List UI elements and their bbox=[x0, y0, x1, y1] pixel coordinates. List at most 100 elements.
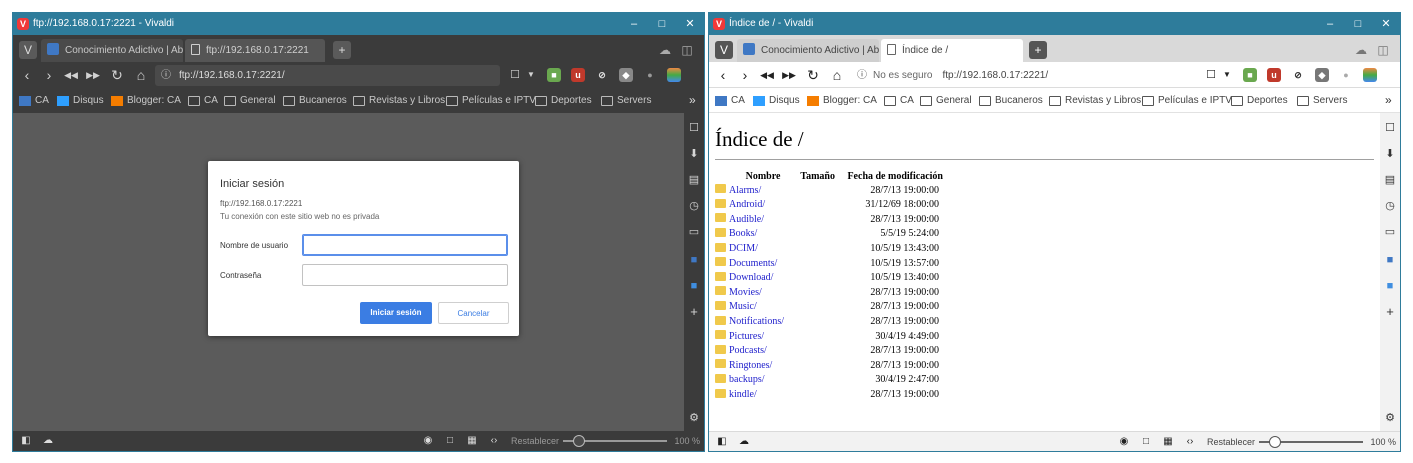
bookmark-folder-deportes[interactable]: Deportes bbox=[535, 88, 592, 113]
web-panel-gs-icon[interactable]: ■ bbox=[1380, 277, 1400, 295]
history-panel-icon[interactable]: ◷ bbox=[684, 197, 704, 215]
file-link[interactable]: Audible/ bbox=[729, 213, 793, 228]
panel-toggle-icon[interactable]: ◧ bbox=[715, 435, 729, 449]
minimize-icon[interactable]: – bbox=[1316, 13, 1344, 35]
block-icon[interactable]: ⊘ bbox=[1291, 68, 1305, 82]
image-icon[interactable]: ▦ bbox=[1161, 435, 1175, 449]
ublock-icon[interactable]: u bbox=[1267, 68, 1281, 82]
settings-gear-icon[interactable]: ⚙ bbox=[1380, 409, 1400, 427]
web-panel-ca-icon[interactable]: ■ bbox=[1380, 251, 1400, 269]
maximize-icon[interactable]: □ bbox=[1344, 13, 1372, 35]
image-icon[interactable]: ▦ bbox=[465, 434, 479, 448]
zoom-slider-knob[interactable] bbox=[1269, 436, 1282, 448]
file-link[interactable]: Podcasts/ bbox=[729, 344, 793, 359]
google-ext-icon[interactable] bbox=[667, 68, 681, 82]
block-icon[interactable]: ⊘ bbox=[595, 68, 609, 82]
file-link[interactable]: Documents/ bbox=[729, 257, 793, 272]
bookmark-folder-bucaneros[interactable]: Bucaneros bbox=[283, 88, 347, 113]
web-panel-ca-icon[interactable]: ■ bbox=[684, 251, 704, 269]
more-bookmarks-icon[interactable]: » bbox=[689, 88, 696, 113]
file-link[interactable]: DCIM/ bbox=[729, 242, 793, 257]
reset-zoom-label[interactable]: Restablecer bbox=[511, 431, 559, 451]
bookmark-folder-ca[interactable]: CA bbox=[884, 88, 914, 112]
zoom-slider-knob[interactable] bbox=[573, 435, 586, 447]
google-ext-icon[interactable] bbox=[1363, 68, 1377, 82]
bookmark-blogger[interactable]: Blogger: CA bbox=[111, 88, 181, 113]
privacy-shield-icon[interactable]: ● bbox=[643, 68, 657, 82]
back-icon[interactable]: ‹ bbox=[17, 65, 37, 85]
bookmark-folder-deportes[interactable]: Deportes bbox=[1231, 88, 1288, 112]
page-actions-icon[interactable]: ‹› bbox=[1183, 435, 1197, 449]
web-panel-gs-icon[interactable]: ■ bbox=[684, 277, 704, 295]
tile-icon[interactable]: □ bbox=[443, 434, 457, 448]
settings-gear-icon[interactable]: ⚙ bbox=[684, 409, 704, 427]
bookmark-folder-ca[interactable]: CA bbox=[188, 88, 218, 113]
vivaldi-menu-icon[interactable]: V bbox=[715, 41, 733, 59]
file-link[interactable]: Android/ bbox=[729, 198, 793, 213]
add-web-panel-icon[interactable]: + bbox=[684, 303, 704, 321]
trash-icon[interactable]: ◫ bbox=[678, 41, 696, 59]
new-tab-icon[interactable]: + bbox=[333, 41, 351, 59]
more-bookmarks-icon[interactable]: » bbox=[1385, 88, 1392, 112]
file-link[interactable]: Music/ bbox=[729, 300, 793, 315]
window-panel-icon[interactable]: ▭ bbox=[684, 223, 704, 241]
file-link[interactable]: Ringtones/ bbox=[729, 359, 793, 374]
password-input[interactable] bbox=[302, 264, 508, 286]
rewind-icon[interactable]: ◀◀ bbox=[757, 65, 777, 85]
bookmark-disqus[interactable]: Disqus bbox=[753, 88, 800, 112]
downloads-panel-icon[interactable]: ⬇ bbox=[1380, 145, 1400, 163]
capture-icon[interactable]: ◉ bbox=[421, 434, 435, 448]
forward-icon[interactable]: › bbox=[39, 65, 59, 85]
url-dropdown-icon[interactable]: ▼ bbox=[521, 65, 541, 85]
url-field[interactable]: ⓘ No es seguro ftp://192.168.0.17:2221/ bbox=[851, 65, 1196, 86]
file-link[interactable]: Download/ bbox=[729, 271, 793, 286]
tab-indice[interactable]: Índice de / bbox=[881, 39, 1023, 62]
login-button[interactable]: Iniciar sesión bbox=[360, 302, 432, 324]
sync-cloud-icon[interactable]: ☁ bbox=[737, 435, 751, 449]
close-icon[interactable]: ✕ bbox=[676, 13, 704, 35]
maximize-icon[interactable]: □ bbox=[648, 13, 676, 35]
tile-icon[interactable]: □ bbox=[1139, 435, 1153, 449]
bookmark-folder-peliculas[interactable]: Películas e IPTV bbox=[446, 88, 536, 113]
reset-zoom-label[interactable]: Restablecer bbox=[1207, 432, 1255, 451]
sync-cloud-icon[interactable]: ☁ bbox=[656, 41, 674, 59]
vivaldi-logo-icon[interactable]: V bbox=[17, 18, 29, 30]
file-link[interactable]: Books/ bbox=[729, 227, 793, 242]
bookmark-ca-1[interactable]: CA bbox=[19, 88, 49, 113]
info-icon[interactable]: ⓘ bbox=[161, 70, 171, 81]
new-tab-icon[interactable]: + bbox=[1029, 41, 1047, 59]
page-actions-icon[interactable]: ‹› bbox=[487, 434, 501, 448]
sync-cloud-icon[interactable]: ☁ bbox=[1352, 41, 1370, 59]
bookmark-ca-1[interactable]: CA bbox=[715, 88, 745, 112]
file-link[interactable]: Movies/ bbox=[729, 286, 793, 301]
bookmark-blogger[interactable]: Blogger: CA bbox=[807, 88, 877, 112]
file-link[interactable]: Alarms/ bbox=[729, 184, 793, 199]
bookmarks-panel-icon[interactable]: ☐ bbox=[684, 119, 704, 137]
bookmark-folder-general[interactable]: General bbox=[920, 88, 972, 112]
downloads-panel-icon[interactable]: ⬇ bbox=[684, 145, 704, 163]
cancel-button[interactable]: Cancelar bbox=[438, 302, 509, 324]
tab-ftp[interactable]: ftp://192.168.0.17:2221 bbox=[185, 39, 325, 62]
vivaldi-logo-icon[interactable]: V bbox=[713, 18, 725, 30]
file-link[interactable]: Notifications/ bbox=[729, 315, 793, 330]
fast-forward-icon[interactable]: ▶▶ bbox=[83, 65, 103, 85]
file-link[interactable]: backups/ bbox=[729, 373, 793, 388]
bookmarks-panel-icon[interactable]: ☐ bbox=[1380, 119, 1400, 137]
bookmark-folder-general[interactable]: General bbox=[224, 88, 276, 113]
fast-forward-icon[interactable]: ▶▶ bbox=[779, 65, 799, 85]
home-icon[interactable]: ⌂ bbox=[131, 65, 151, 85]
tab-conocimiento[interactable]: Conocimiento Adictivo | Ab bbox=[41, 39, 183, 62]
capture-icon[interactable]: ◉ bbox=[1117, 435, 1131, 449]
panel-toggle-icon[interactable]: ◧ bbox=[19, 434, 33, 448]
reload-icon[interactable]: ↻ bbox=[803, 65, 823, 85]
extension-icon-1[interactable]: ■ bbox=[547, 68, 561, 82]
tab-conocimiento[interactable]: Conocimiento Adictivo | Ab bbox=[737, 39, 879, 62]
bookmark-folder-servers[interactable]: Servers bbox=[1297, 88, 1347, 112]
extension-icon-1[interactable]: ■ bbox=[1243, 68, 1257, 82]
minimize-icon[interactable]: – bbox=[620, 13, 648, 35]
bookmark-folder-bucaneros[interactable]: Bucaneros bbox=[979, 88, 1043, 112]
file-link[interactable]: kindle/ bbox=[729, 388, 793, 403]
reload-icon[interactable]: ↻ bbox=[107, 65, 127, 85]
sync-cloud-icon[interactable]: ☁ bbox=[41, 434, 55, 448]
shield-icon[interactable]: ◆ bbox=[619, 68, 633, 82]
